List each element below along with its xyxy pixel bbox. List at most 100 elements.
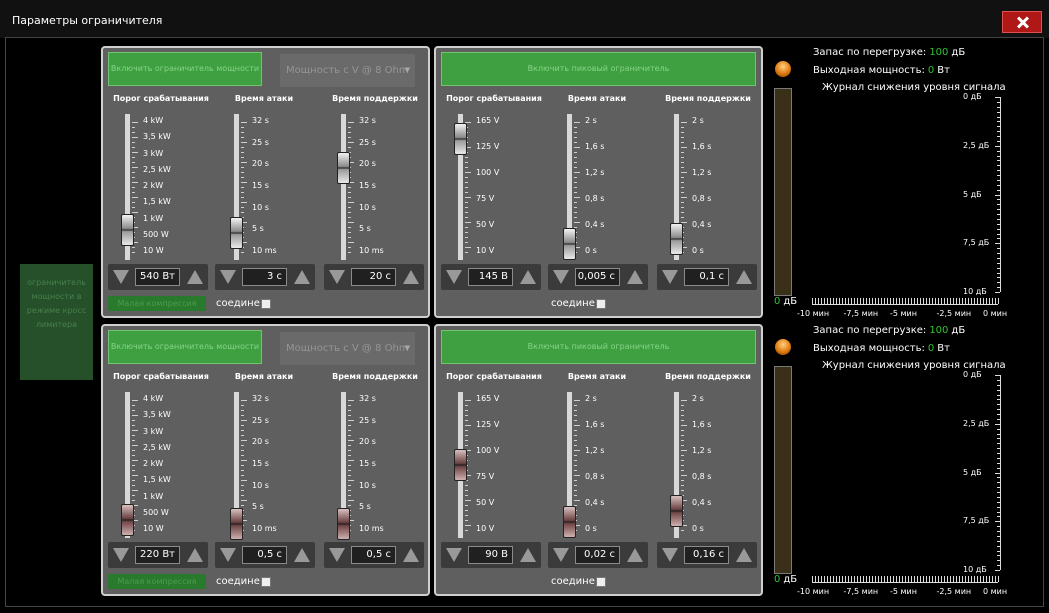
decrement-arrow-icon[interactable] [220, 548, 236, 562]
slider-tick [241, 137, 244, 138]
attack-stepper-value[interactable]: 0,5 с [242, 546, 287, 564]
compression-button[interactable]: Малая компрессия [108, 296, 206, 311]
increment-arrow-icon[interactable] [403, 548, 419, 562]
slider-tick [348, 400, 354, 401]
slider-scale-label: 32 s [359, 116, 376, 125]
threshold-stepper[interactable]: 540 Вт [108, 264, 208, 290]
increment-arrow-icon[interactable] [187, 270, 203, 284]
threshold-slider-handle[interactable] [121, 213, 134, 246]
log-y-axis [1000, 375, 1001, 570]
slider-tick [681, 182, 684, 183]
hold-stepper[interactable]: 0,16 с [657, 542, 757, 568]
increment-arrow-icon[interactable] [294, 270, 310, 284]
slider-scale-label: 25 s [252, 137, 269, 147]
decrement-arrow-icon[interactable] [553, 548, 569, 562]
log-y-tick [997, 233, 1000, 235]
slider-tick [465, 520, 468, 521]
slider-tick [465, 440, 468, 441]
increment-arrow-icon[interactable] [736, 548, 752, 562]
hold-slider-handle[interactable] [337, 151, 350, 184]
slider-tick [348, 425, 351, 426]
decrement-arrow-icon[interactable] [553, 270, 569, 284]
attack-stepper[interactable]: 0,02 с [548, 542, 648, 568]
attack-slider-handle[interactable] [563, 228, 576, 261]
decrement-arrow-icon[interactable] [662, 270, 678, 284]
enable-limiter-button[interactable]: Включить пиковый ограничитель [441, 52, 756, 86]
link-checkbox[interactable] [261, 577, 271, 587]
threshold-stepper[interactable]: 145 В [441, 264, 541, 290]
threshold-stepper-value[interactable]: 145 В [468, 268, 513, 286]
decrement-arrow-icon[interactable] [220, 270, 236, 284]
link-checkbox[interactable] [261, 299, 271, 309]
decrement-arrow-icon[interactable] [329, 548, 345, 562]
hold-stepper[interactable]: 0,5 с [324, 542, 424, 568]
increment-arrow-icon[interactable] [520, 548, 536, 562]
decrement-arrow-icon[interactable] [662, 548, 678, 562]
slider-scale-label: 2 s [585, 116, 597, 125]
attack-stepper[interactable]: 3 с [215, 264, 315, 290]
attack-stepper-value[interactable]: 0,005 с [575, 268, 620, 286]
enable-limiter-button[interactable]: Включить ограничитель мощности [108, 330, 262, 364]
increment-arrow-icon[interactable] [403, 270, 419, 284]
log-x-tick [905, 298, 906, 304]
attack-stepper-value[interactable]: 0,02 с [575, 546, 620, 564]
decrement-arrow-icon[interactable] [446, 270, 462, 284]
log-x-tick [833, 298, 834, 304]
close-button[interactable] [1002, 11, 1042, 33]
slider-scale-label: 1 kW [143, 213, 164, 223]
increment-arrow-icon[interactable] [294, 548, 310, 562]
hold-stepper-value[interactable]: 0,5 с [351, 546, 396, 564]
attack-stepper[interactable]: 0,005 с [548, 264, 648, 290]
increment-arrow-icon[interactable] [520, 270, 536, 284]
enable-limiter-button[interactable]: Включить ограничитель мощности [108, 52, 262, 86]
threshold-stepper-value[interactable]: 540 Вт [135, 268, 180, 286]
decrement-arrow-icon[interactable] [446, 548, 462, 562]
decrement-arrow-icon[interactable] [113, 548, 129, 562]
slider-tick [241, 182, 247, 183]
increment-arrow-icon[interactable] [736, 270, 752, 284]
link-checkbox[interactable] [596, 577, 606, 587]
increment-arrow-icon[interactable] [187, 548, 203, 562]
slider-scale-label: 1,6 s [585, 420, 605, 429]
power-mode-dropdown[interactable]: Мощность с V @ 8 Ohm ▼ [280, 54, 415, 87]
hold-stepper-value[interactable]: 0,16 с [684, 546, 729, 564]
log-x-tick [947, 298, 948, 304]
log-x-tick [821, 576, 822, 582]
hold-stepper[interactable]: 20 с [324, 264, 424, 290]
threshold-stepper[interactable]: 90 В [441, 542, 541, 568]
threshold-slider-handle[interactable] [454, 449, 467, 481]
log-x-tick [872, 576, 873, 582]
threshold-slider-handle[interactable] [454, 122, 467, 155]
threshold-slider-handle[interactable] [121, 503, 134, 536]
slider-tick [681, 177, 684, 178]
hold-stepper-value[interactable]: 20 с [351, 268, 396, 286]
log-y-tick [997, 389, 1000, 391]
increment-arrow-icon[interactable] [627, 548, 643, 562]
hold-slider-handle[interactable] [670, 494, 683, 527]
increment-arrow-icon[interactable] [627, 270, 643, 284]
decrement-arrow-icon[interactable] [329, 270, 345, 284]
threshold-stepper[interactable]: 220 Вт [108, 542, 208, 568]
cross-limiter-button[interactable]: ограничитель мощности в режиме кросс лим… [20, 264, 93, 380]
slider-scale-label: 1 kW [143, 491, 164, 501]
compression-button[interactable]: Малая компрессия [108, 574, 206, 589]
slider-tick [132, 127, 135, 128]
link-checkbox[interactable] [596, 299, 606, 309]
attack-slider-handle[interactable] [230, 216, 243, 249]
attack-stepper[interactable]: 0,5 с [215, 542, 315, 568]
power-mode-dropdown[interactable]: Мощность с V @ 8 Ohm ▼ [280, 332, 415, 365]
attack-stepper-value[interactable]: 3 с [242, 268, 287, 286]
hold-slider-handle[interactable] [337, 507, 350, 540]
enable-limiter-button[interactable]: Включить пиковый ограничитель [441, 330, 756, 364]
hold-stepper[interactable]: 0,1 с [657, 264, 757, 290]
log-x-tick [902, 298, 903, 304]
attack-slider-handle[interactable] [230, 507, 243, 540]
slider-scale-label: 32 s [252, 116, 269, 125]
attack-slider-handle[interactable] [563, 506, 576, 539]
decrement-arrow-icon[interactable] [113, 270, 129, 284]
hold-stepper-value[interactable]: 0,1 с [684, 268, 729, 286]
threshold-stepper-value[interactable]: 220 Вт [135, 546, 180, 564]
hold-slider-handle[interactable] [670, 223, 683, 255]
slider-tick [681, 400, 687, 401]
threshold-stepper-value[interactable]: 90 В [468, 546, 513, 564]
